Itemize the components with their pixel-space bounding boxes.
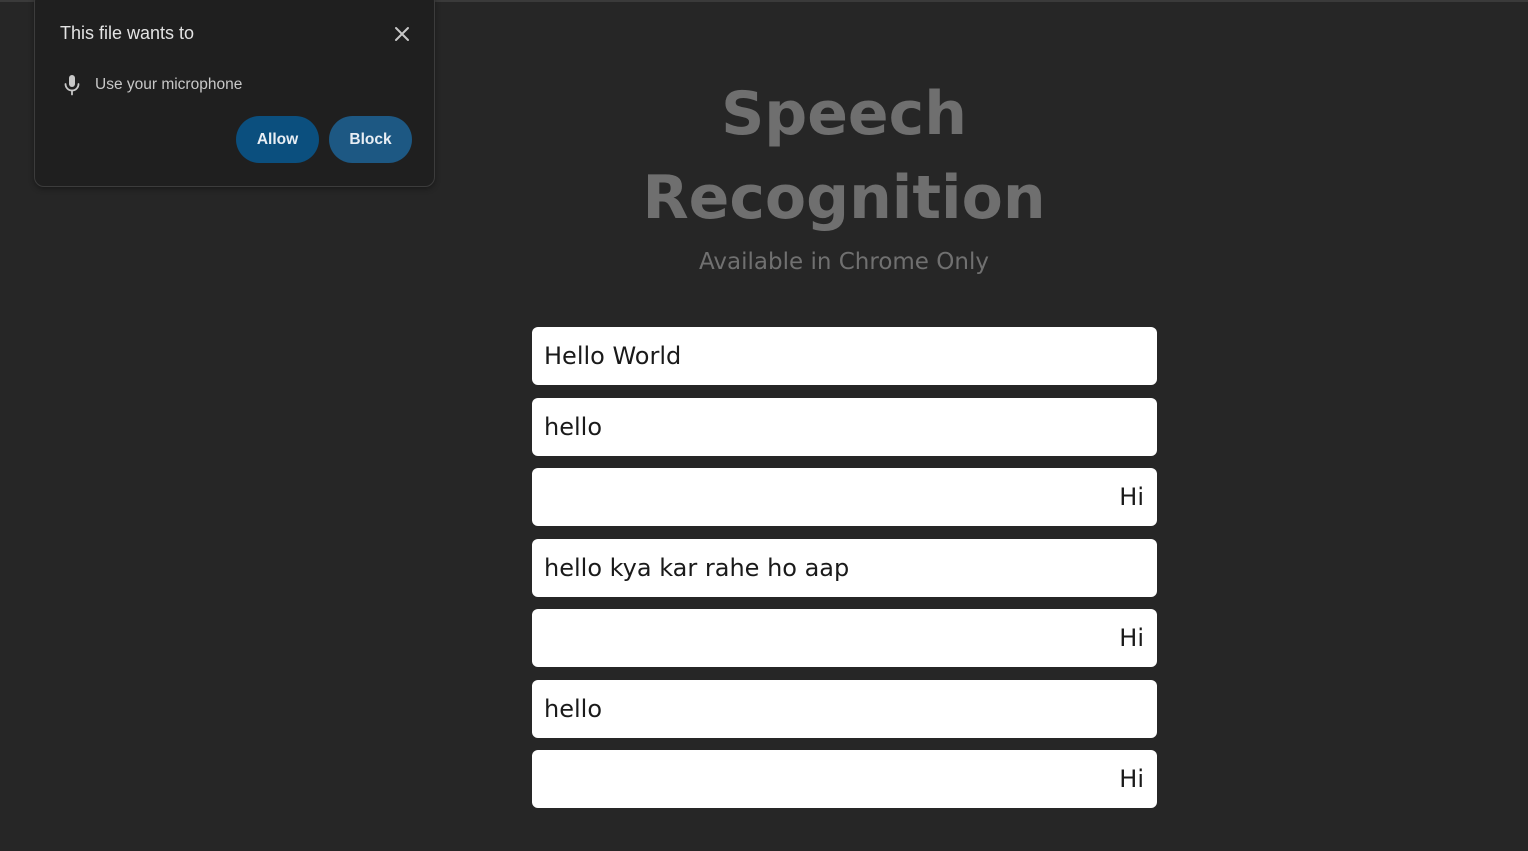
permission-popup: This file wants to Use your microphone A…	[34, 0, 435, 187]
close-icon[interactable]	[391, 23, 413, 45]
transcript-text: hello	[544, 412, 602, 441]
transcript-text: hello	[544, 694, 602, 723]
popup-title: This file wants to	[60, 23, 195, 43]
reply-item: Hi	[532, 468, 1157, 526]
transcript-text: Hello World	[544, 342, 682, 370]
transcript-item: Hello World	[532, 327, 1157, 385]
transcript-text: hello kya kar rahe ho aap	[544, 553, 850, 582]
transcript-item: hello	[532, 679, 1157, 738]
reply-item: Hi	[532, 750, 1157, 808]
block-button[interactable]: Block	[329, 116, 412, 163]
permission-label: Use your microphone	[95, 76, 243, 93]
transcript-list: Hello World hello Hi hello kya kar rahe …	[532, 327, 1157, 821]
microphone-icon	[64, 75, 80, 96]
reply-text: Hi	[1119, 765, 1144, 793]
page-subtitle: Available in Chrome Only	[699, 249, 989, 275]
transcript-item: hello	[532, 397, 1157, 456]
reply-text: Hi	[1119, 624, 1144, 652]
reply-text: Hi	[1119, 483, 1144, 511]
reply-item: Hi	[532, 609, 1157, 667]
page-title-line2: Recognition	[642, 163, 1046, 233]
allow-button[interactable]: Allow	[236, 116, 319, 163]
permission-row: Use your microphone	[60, 73, 242, 97]
transcript-item: hello kya kar rahe ho aap	[532, 538, 1157, 597]
page-title-line1: Speech	[721, 79, 967, 149]
